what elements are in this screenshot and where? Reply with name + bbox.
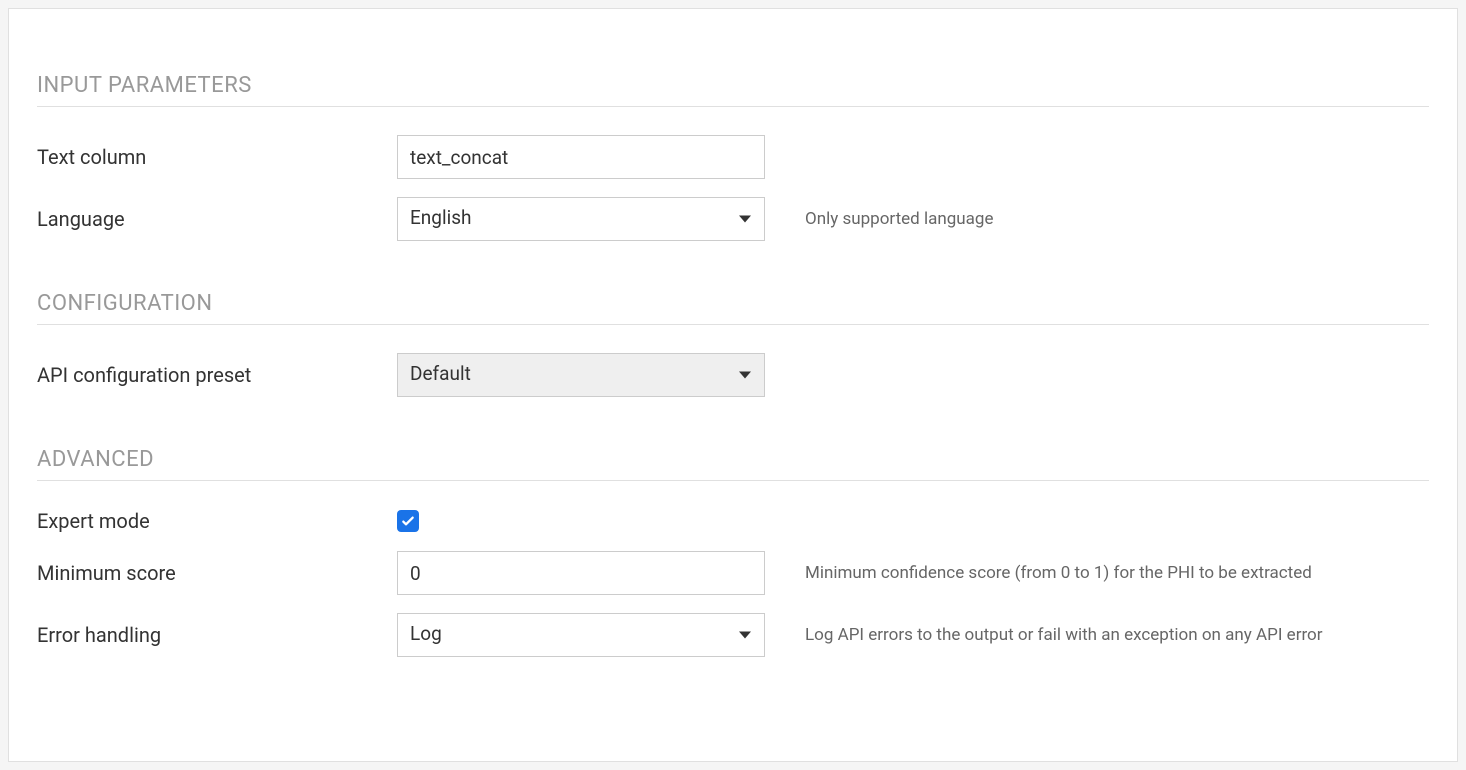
api-preset-select-wrap: Default [397,353,765,397]
control-wrap-minimum-score: Minimum confidence score (from 0 to 1) f… [397,551,1312,595]
label-language: Language [37,207,397,231]
expert-mode-checkbox[interactable] [397,510,419,532]
help-text-language: Only supported language [805,209,993,229]
control-wrap-api-preset: Default [397,353,765,397]
text-column-input[interactable] [397,135,765,179]
control-wrap-error-handling: Log Log API errors to the output or fail… [397,613,1323,657]
label-api-preset: API configuration preset [37,363,397,387]
minimum-score-input[interactable] [397,551,765,595]
control-wrap-expert-mode [397,510,419,532]
outer-container: INPUT PARAMETERS Text column Language En… [0,0,1466,770]
control-wrap-language: English Only supported language [397,197,993,241]
row-expert-mode: Expert mode [37,509,1429,533]
row-error-handling: Error handling Log Log API errors to the… [37,613,1429,657]
help-text-minimum-score: Minimum confidence score (from 0 to 1) f… [805,563,1312,583]
language-select[interactable]: English [397,197,765,241]
label-expert-mode: Expert mode [37,509,397,533]
section-title-configuration: CONFIGURATION [37,291,1429,325]
label-minimum-score: Minimum score [37,561,397,585]
row-text-column: Text column [37,135,1429,179]
label-text-column: Text column [37,145,397,169]
row-language: Language English Only supported language [37,197,1429,241]
api-preset-select[interactable]: Default [397,353,765,397]
settings-panel: INPUT PARAMETERS Text column Language En… [8,8,1458,762]
checkmark-icon [400,513,416,529]
control-wrap-text-column [397,135,765,179]
section-title-input-parameters: INPUT PARAMETERS [37,73,1429,107]
section-title-advanced: ADVANCED [37,447,1429,481]
error-handling-select-wrap: Log [397,613,765,657]
label-error-handling: Error handling [37,623,397,647]
row-api-preset: API configuration preset Default [37,353,1429,397]
error-handling-select[interactable]: Log [397,613,765,657]
language-select-wrap: English [397,197,765,241]
row-minimum-score: Minimum score Minimum confidence score (… [37,551,1429,595]
help-text-error-handling: Log API errors to the output or fail wit… [805,625,1323,645]
